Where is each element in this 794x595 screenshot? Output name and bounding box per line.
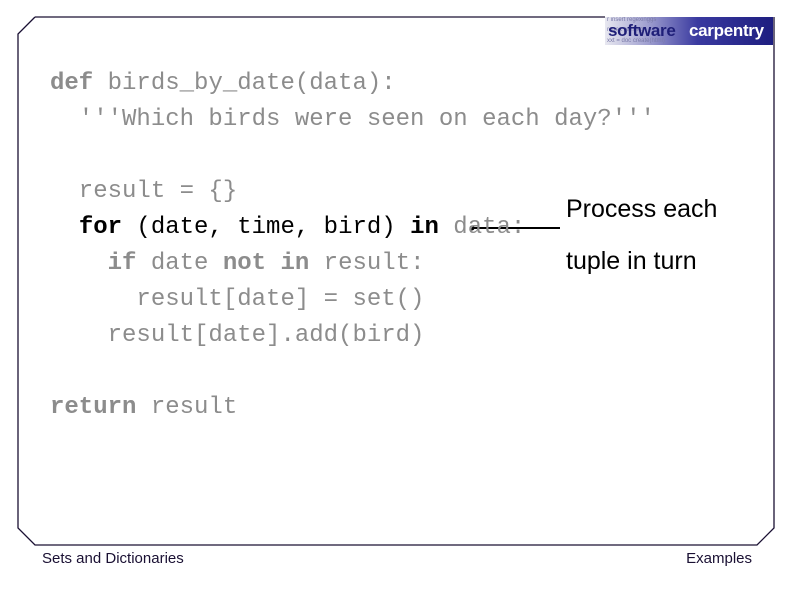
code-line: result[date] = set() <box>50 282 655 318</box>
callout-line-2: tuple in turn <box>566 247 697 275</box>
code-block: def birds_by_date(data): '''Which birds … <box>50 66 655 426</box>
code-text: date <box>136 250 223 277</box>
footer-left-title: Sets and Dictionaries <box>42 550 184 567</box>
code-line: result[date].add(bird) <box>50 318 655 354</box>
code-text: data: <box>438 214 526 241</box>
code-text: result[date] = set() <box>50 286 425 313</box>
code-keyword: not <box>222 250 267 277</box>
code-keyword: in <box>410 214 439 241</box>
code-keyword: for <box>78 214 123 241</box>
code-text: result = {} <box>50 178 238 205</box>
code-keyword: return <box>50 394 137 421</box>
code-keyword: in <box>280 250 310 277</box>
callout-line-1: Process each <box>566 195 718 223</box>
code-text: result[date].add(bird) <box>50 322 425 349</box>
software-carpentry-logo: r insert regexinggs regex parsing xxt = … <box>605 17 773 45</box>
code-line: '''Which birds were seen on each day?''' <box>50 102 655 138</box>
code-line: for (date, time, bird) in data: <box>50 210 655 246</box>
code-line: if date not in result: <box>50 246 655 282</box>
code-keyword: def <box>50 70 94 97</box>
code-line: def birds_by_date(data): <box>50 66 655 102</box>
code-text: birds_by_date(data): <box>93 70 396 97</box>
logo-word-software: software <box>608 21 676 40</box>
logo-word-carpentry: carpentry <box>689 21 764 40</box>
code-text: '''Which birds were seen on each day?''' <box>50 106 655 133</box>
code-text: (date, time, bird) <box>122 214 411 241</box>
code-keyword: if <box>107 250 137 277</box>
footer-right-section: Examples <box>686 550 752 567</box>
code-line: return result <box>50 390 655 426</box>
code-text: result: <box>309 250 425 277</box>
code-text: result <box>136 394 238 421</box>
code-line: result = {} <box>50 174 655 210</box>
